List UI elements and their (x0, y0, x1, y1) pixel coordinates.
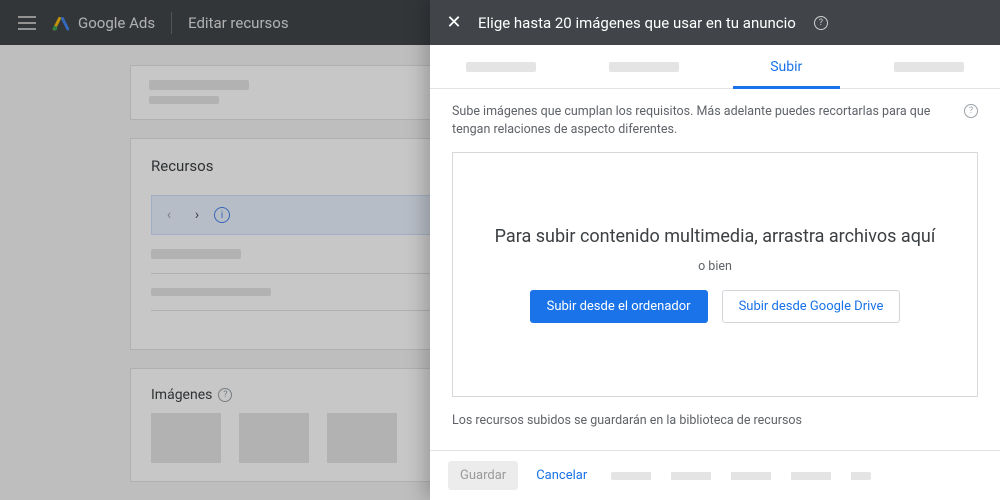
placeholder-line (151, 249, 241, 259)
modal-tabs: Subir (430, 45, 1000, 89)
product-logo: Google Ads (52, 14, 155, 32)
help-icon[interactable]: ? (814, 16, 828, 30)
upload-hint: Sube imágenes que cumplan los requisitos… (452, 103, 978, 138)
menu-icon[interactable] (18, 16, 36, 30)
image-thumb[interactable] (151, 413, 221, 463)
library-note: Los recursos subidos se guardarán en la … (452, 413, 978, 428)
image-picker-modal: ✕ Elige hasta 20 imágenes que usar en tu… (430, 0, 1000, 500)
tab-placeholder[interactable] (858, 45, 1000, 88)
modal-title: Elige hasta 20 imágenes que usar en tu a… (478, 14, 796, 32)
page-title: Editar recursos (188, 14, 289, 32)
info-icon[interactable]: i (214, 207, 230, 223)
modal-header: ✕ Elige hasta 20 imágenes que usar en tu… (430, 0, 1000, 45)
help-icon[interactable]: ? (218, 388, 232, 402)
image-thumb[interactable] (327, 413, 397, 463)
drop-instruction: Para subir contenido multimedia, arrastr… (495, 226, 936, 247)
chevron-left-icon[interactable]: ‹ (158, 204, 180, 226)
images-title: Imágenes (151, 387, 212, 403)
tab-placeholder[interactable] (430, 45, 573, 88)
cancel-button[interactable]: Cancelar (536, 468, 587, 483)
product-name: Google Ads (78, 14, 155, 32)
upload-drive-button[interactable]: Subir desde Google Drive (722, 290, 901, 323)
placeholder-line (151, 288, 271, 296)
google-ads-icon (52, 14, 70, 32)
image-thumb[interactable] (239, 413, 309, 463)
footer-placeholder (611, 472, 871, 480)
save-button: Guardar (448, 461, 518, 490)
modal-footer: Guardar Cancelar (430, 450, 1000, 500)
drop-or: o bien (698, 259, 732, 274)
modal-body: Sube imágenes que cumplan los requisitos… (430, 89, 1000, 450)
header-divider (171, 12, 172, 34)
drop-zone[interactable]: Para subir contenido multimedia, arrastr… (452, 152, 978, 397)
close-icon[interactable]: ✕ (444, 13, 464, 33)
tab-placeholder[interactable] (573, 45, 716, 88)
help-icon[interactable]: ? (964, 104, 978, 118)
upload-computer-button[interactable]: Subir desde el ordenador (530, 290, 708, 323)
tab-subir[interactable]: Subir (715, 45, 858, 88)
chevron-right-icon[interactable]: › (186, 204, 208, 226)
